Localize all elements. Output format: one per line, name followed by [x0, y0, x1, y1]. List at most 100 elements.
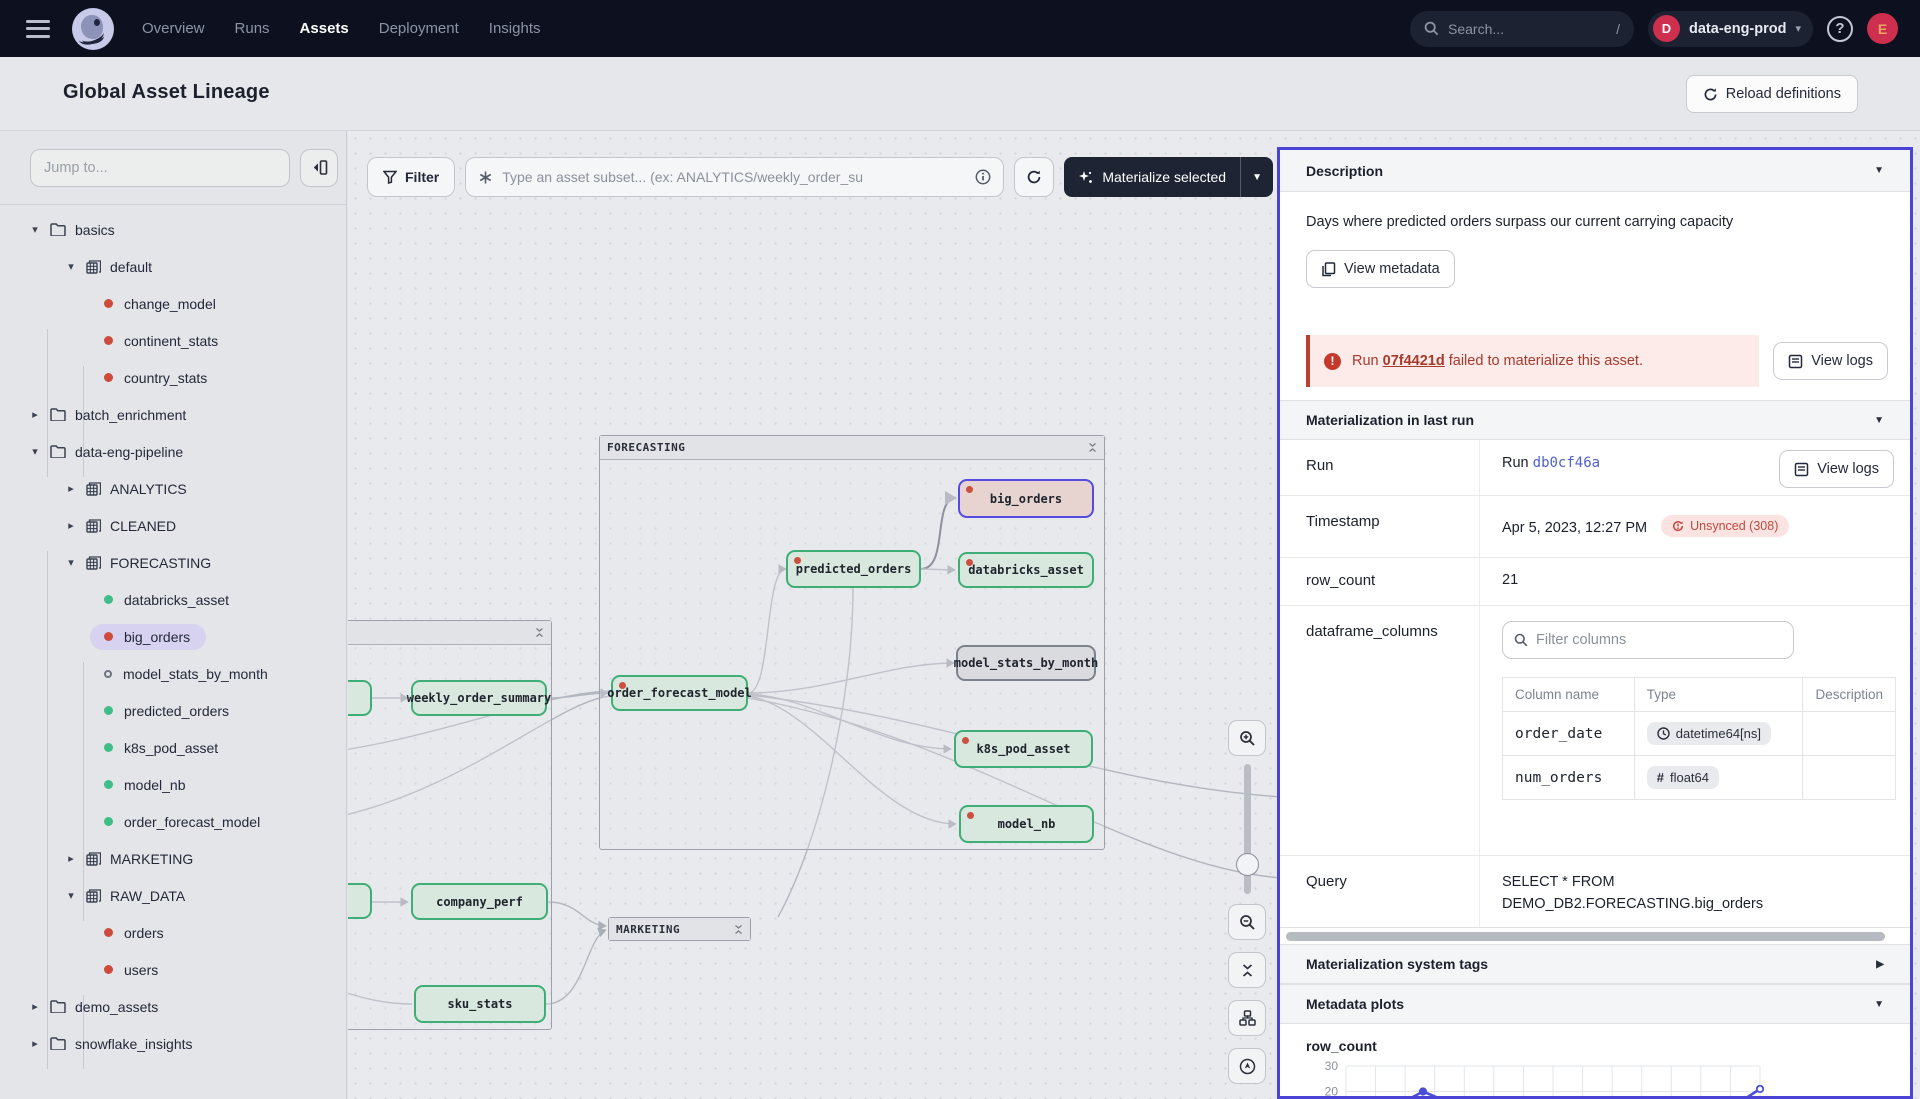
recenter-button[interactable] — [1228, 1048, 1266, 1084]
chevron-down-icon: ▼ — [1874, 415, 1884, 426]
sidebar-item-snowflake_insights[interactable]: ▸snowflake_insights — [0, 1025, 346, 1062]
group-collapse-icon[interactable] — [734, 924, 743, 935]
caret-down-icon[interactable]: ▾ — [64, 889, 78, 902]
sidebar-item-data-eng-pipeline[interactable]: ▾data-eng-pipeline — [0, 433, 346, 470]
sidebar-item-continent_stats[interactable]: continent_stats — [0, 322, 346, 359]
collapse-groups-button[interactable] — [1228, 952, 1266, 988]
jump-to-input[interactable]: Jump to... — [30, 149, 290, 187]
asset-node-partial-asset-2[interactable] — [348, 883, 372, 919]
sidebar-item-demo_assets[interactable]: ▸demo_assets — [0, 988, 346, 1025]
sidebar-item-predicted_orders[interactable]: predicted_orders — [0, 692, 346, 729]
asset-node-partial-asset-1[interactable] — [348, 680, 372, 716]
view-logs-button[interactable]: View logs — [1773, 342, 1888, 380]
sidebar-item-FORECASTING[interactable]: ▾FORECASTING — [0, 544, 346, 581]
help-icon[interactable]: ? — [1827, 16, 1853, 42]
caret-right-icon[interactable]: ▸ — [64, 482, 78, 495]
sidebar-item-databricks_asset[interactable]: databricks_asset — [0, 581, 346, 618]
sidebar-item-ANALYTICS[interactable]: ▸ANALYTICS — [0, 470, 346, 507]
unsynced-badge[interactable]: Unsynced (308) — [1661, 515, 1789, 537]
filter-button[interactable]: Filter — [367, 157, 455, 197]
avatar[interactable]: E — [1867, 13, 1898, 44]
view-metadata-button[interactable]: View metadata — [1306, 250, 1455, 288]
horizontal-scrollbar[interactable] — [1280, 928, 1910, 944]
dagster-logo[interactable] — [72, 8, 114, 50]
sync-alert-icon — [1672, 520, 1684, 532]
caret-right-icon[interactable]: ▸ — [28, 1000, 42, 1013]
refresh-graph-button[interactable] — [1014, 157, 1054, 197]
graph-layout-button[interactable] — [1228, 1000, 1266, 1036]
materialize-selected-button[interactable]: Materialize selected ▼ — [1064, 157, 1273, 197]
materialize-dropdown[interactable]: ▼ — [1240, 157, 1273, 197]
asset-subset-input[interactable]: Type an asset subset... (ex: ANALYTICS/w… — [465, 157, 1004, 197]
nav-item-assets[interactable]: Assets — [300, 20, 349, 37]
chevron-down-icon: ▼ — [1252, 172, 1262, 183]
filter-columns-input[interactable]: Filter columns — [1502, 621, 1794, 659]
caret-down-icon[interactable]: ▾ — [28, 445, 42, 458]
nav-item-runs[interactable]: Runs — [235, 20, 270, 37]
view-logs-button[interactable]: View logs — [1779, 450, 1894, 488]
sidebar-item-CLEANED[interactable]: ▸CLEANED — [0, 507, 346, 544]
zoom-slider[interactable] — [1244, 764, 1251, 894]
zoom-slider-handle[interactable] — [1236, 853, 1259, 876]
reload-definitions-button[interactable]: Reload definitions — [1686, 75, 1858, 113]
group-collapse-icon[interactable] — [1088, 442, 1097, 453]
caret-right-icon[interactable]: ▸ — [64, 519, 78, 532]
sidebar-item-users[interactable]: users — [0, 951, 346, 988]
zoom-out-button[interactable] — [1228, 904, 1266, 940]
caret-right-icon[interactable]: ▸ — [64, 852, 78, 865]
sidebar-item-RAW_DATA[interactable]: ▾RAW_DATA — [0, 877, 346, 914]
sidebar-item-default[interactable]: ▾default — [0, 248, 346, 285]
asset-node-model_nb[interactable]: model_nb — [959, 805, 1094, 843]
sidebar-item-MARKETING[interactable]: ▸MARKETING — [0, 840, 346, 877]
caret-down-icon[interactable]: ▾ — [28, 223, 42, 236]
asset-node-model_stats_by_month[interactable]: model_stats_by_month — [956, 645, 1096, 681]
caret-down-icon[interactable]: ▾ — [64, 260, 78, 273]
section-metadata-plots[interactable]: Metadata plots ▼ — [1280, 984, 1910, 1024]
collapse-panel-icon — [311, 160, 328, 175]
nav-item-overview[interactable]: Overview — [142, 20, 205, 37]
asset-node-predicted_orders[interactable]: predicted_orders — [786, 550, 921, 588]
asset-node-sku_stats[interactable]: sku_stats — [414, 985, 546, 1023]
search-input[interactable]: Search... / — [1410, 11, 1634, 47]
zoom-in-button[interactable] — [1228, 720, 1266, 756]
run-id-link[interactable]: db0cf46a — [1533, 455, 1600, 471]
sidebar-item-basics[interactable]: ▾basics — [0, 211, 346, 248]
clock-icon — [1657, 727, 1670, 740]
run-failed-alert: ! Run 07f4421d failed to materialize thi… — [1306, 335, 1759, 387]
deployment-switcher[interactable]: D data-eng-prod ▾ — [1648, 11, 1813, 47]
nav-item-insights[interactable]: Insights — [489, 20, 541, 37]
caret-down-icon[interactable]: ▾ — [64, 556, 78, 569]
sidebar-item-big_orders[interactable]: big_orders — [0, 618, 346, 655]
asset-node-big_orders[interactable]: big_orders — [958, 479, 1094, 518]
sidebar-item-country_stats[interactable]: country_stats — [0, 359, 346, 396]
graph-toolbar: Filter Type an asset subset... (ex: ANAL… — [367, 157, 1273, 197]
asset-group-MARKETING[interactable]: MARKETING — [608, 917, 751, 941]
caret-right-icon[interactable]: ▸ — [28, 408, 42, 421]
sidebar-item-k8s_pod_asset[interactable]: k8s_pod_asset — [0, 729, 346, 766]
section-description[interactable]: Description ▼ — [1280, 150, 1910, 192]
chart-point — [1757, 1086, 1763, 1092]
sidebar-item-order_forecast_model[interactable]: order_forecast_model — [0, 803, 346, 840]
asset-node-weekly_order_summary[interactable]: weekly_order_summary — [411, 680, 547, 716]
sidebar-item-change_model[interactable]: change_model — [0, 285, 346, 322]
deployment-name: data-eng-prod — [1689, 21, 1786, 37]
asset-subset-placeholder: Type an asset subset... (ex: ANALYTICS/w… — [502, 169, 966, 185]
group-collapse-icon[interactable] — [535, 627, 544, 638]
info-icon[interactable] — [975, 169, 991, 185]
section-system-tags[interactable]: Materialization system tags ▶ — [1280, 944, 1910, 984]
asset-node-order_forecast_model[interactable]: order_forecast_model — [611, 675, 748, 711]
sidebar-item-batch_enrichment[interactable]: ▸batch_enrichment — [0, 396, 346, 433]
collapse-sidebar-button[interactable] — [300, 149, 338, 187]
asset-node-databricks_asset[interactable]: databricks_asset — [958, 552, 1094, 588]
hamburger-menu-icon[interactable] — [26, 20, 50, 38]
section-materialization[interactable]: Materialization in last run ▼ — [1280, 400, 1910, 440]
sidebar-item-model_nb[interactable]: model_nb — [0, 766, 346, 803]
asset-node-k8s_pod_asset[interactable]: k8s_pod_asset — [954, 730, 1093, 768]
query-line: SELECT * FROM — [1502, 871, 1892, 893]
asset-node-company_perf[interactable]: company_perf — [411, 883, 548, 920]
run-id-link[interactable]: 07f4421d — [1383, 353, 1445, 369]
sidebar-item-orders[interactable]: orders — [0, 914, 346, 951]
sidebar-item-model_stats_by_month[interactable]: model_stats_by_month — [0, 655, 346, 692]
nav-item-deployment[interactable]: Deployment — [379, 20, 459, 37]
caret-right-icon[interactable]: ▸ — [28, 1037, 42, 1050]
